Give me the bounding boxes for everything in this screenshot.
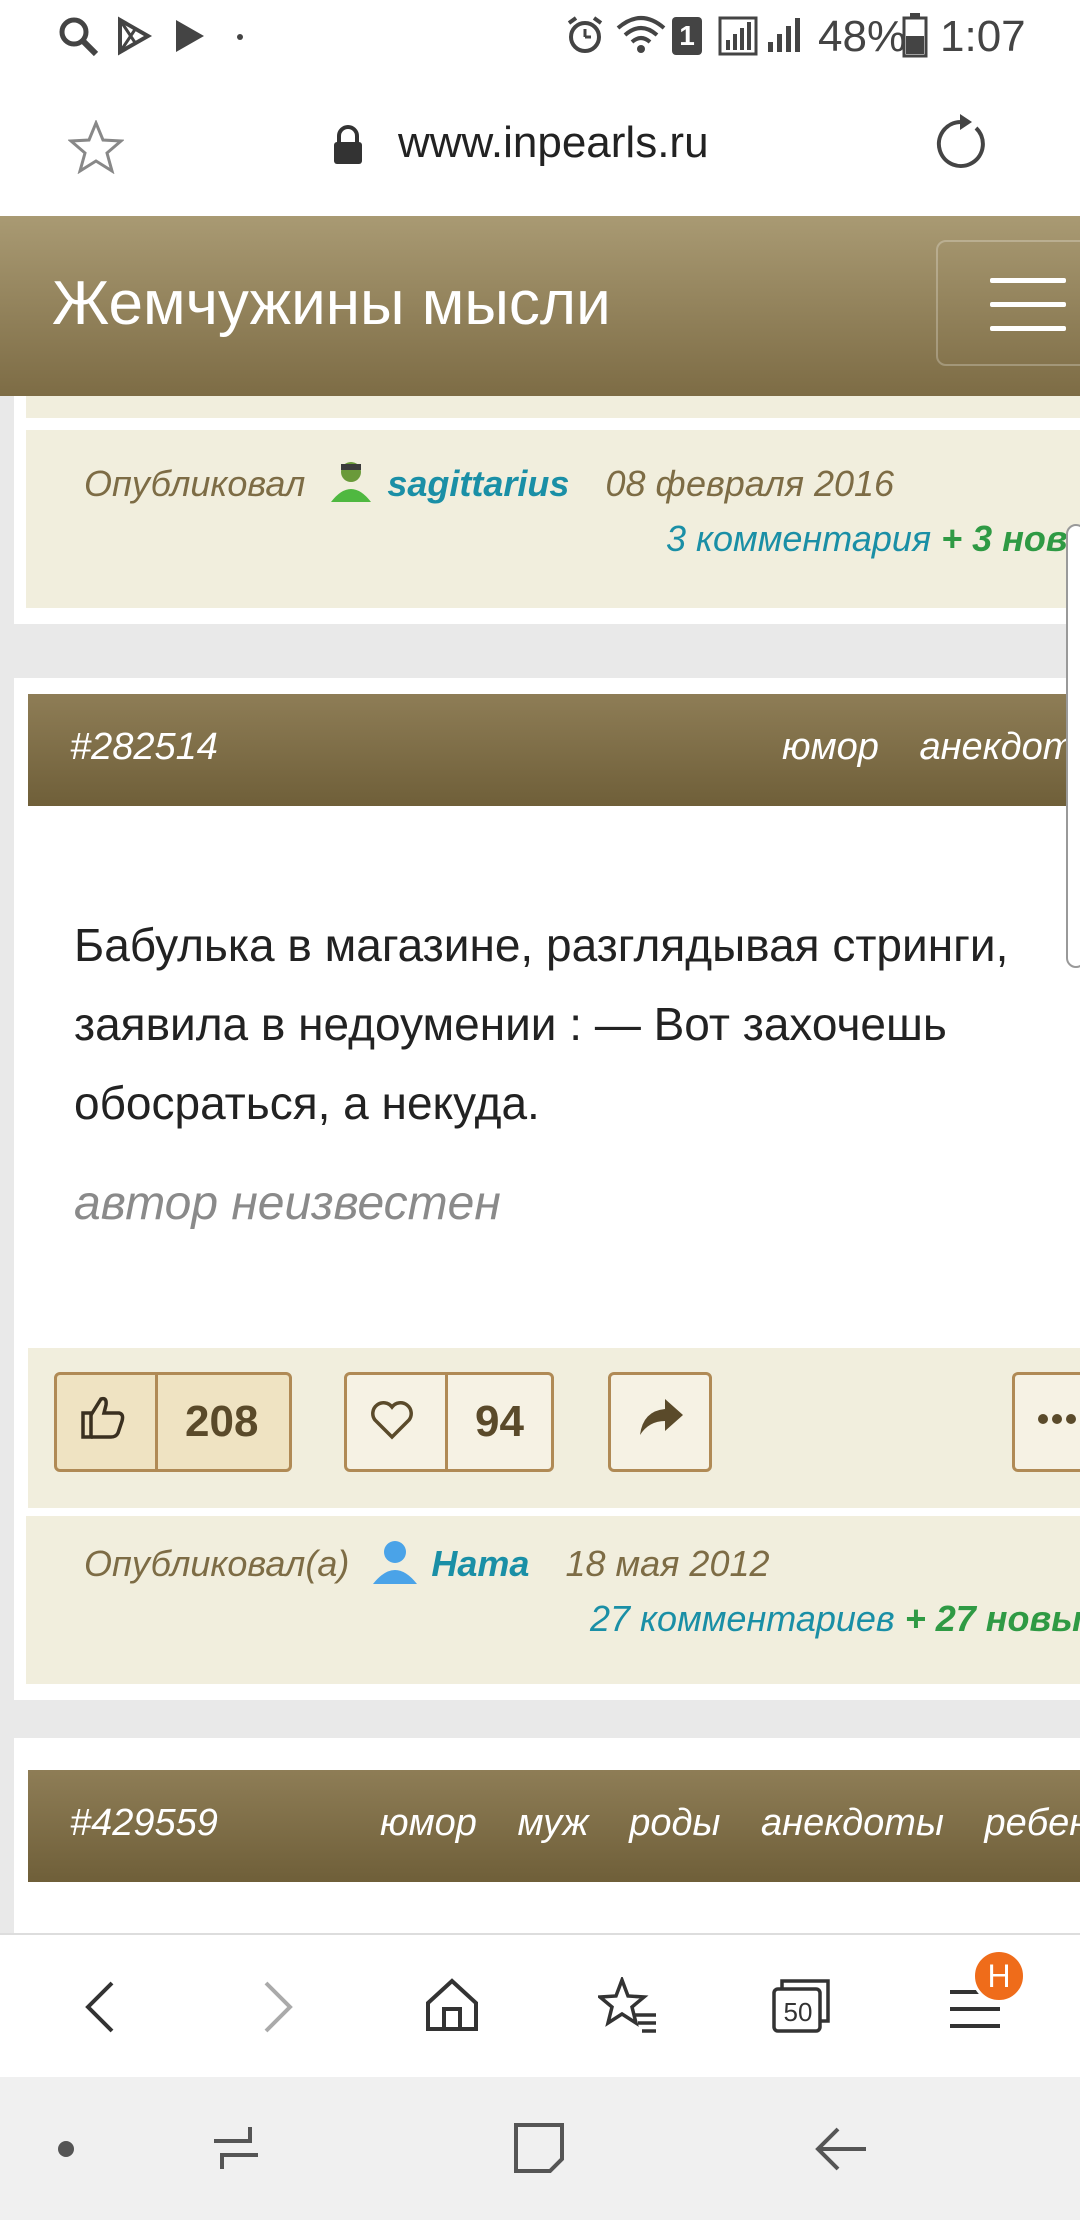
wifi-icon — [616, 14, 666, 56]
site-header: Жемчужины мысли — [0, 216, 1080, 396]
user-icon — [369, 1538, 421, 1584]
comments-line[interactable]: 27 комментариев + 27 новых — [590, 1598, 1080, 1640]
post-header: #282514 юмор анекдоты — [28, 694, 1080, 806]
tag[interactable]: анекдоты — [919, 726, 1080, 768]
status-bar: 1 48% 1:07 — [0, 0, 1080, 72]
reload-icon[interactable] — [930, 114, 990, 174]
prev-actions-strip — [26, 396, 1080, 418]
battery-percent: 48% — [818, 12, 907, 61]
system-nav-bar — [0, 2077, 1080, 2220]
prev-comments-line[interactable]: 3 комментария + 3 новых — [666, 518, 1080, 560]
lock-icon — [330, 124, 366, 166]
menu-icon-bar — [990, 326, 1066, 331]
battery-icon — [902, 12, 928, 58]
nav-dot-icon[interactable] — [58, 2141, 74, 2157]
tag[interactable]: ребенок — [984, 1802, 1080, 1844]
post-meta: Опубликовал(а) Ната 18 мая 2012 27 комме… — [26, 1516, 1080, 1684]
comments-link[interactable]: 3 комментария — [666, 518, 931, 559]
post-author-note: автор неизвестен — [74, 1177, 501, 1230]
post-card-prev: Опубликовал sagittarius 08 февраля 2016 … — [14, 396, 1080, 624]
post-date: 18 мая 2012 — [565, 1543, 770, 1584]
thumbs-up-icon — [79, 1393, 127, 1487]
post-text: Бабулька в магазине, разглядывая стринги… — [74, 919, 1009, 1129]
home-icon[interactable] — [424, 1977, 480, 2033]
published-label: Опубликовал — [84, 463, 306, 504]
like-button[interactable]: 208 — [54, 1372, 292, 1472]
nav-home-icon[interactable] — [512, 2121, 566, 2175]
play-store-icon — [114, 16, 154, 56]
author-link[interactable]: sagittarius — [387, 463, 569, 504]
site-title[interactable]: Жемчужины мысли — [52, 268, 611, 339]
url-bar: www.inpearls.ru — [0, 72, 1080, 216]
recents-icon[interactable] — [210, 2123, 262, 2173]
menu-icon — [990, 278, 1066, 283]
tag[interactable]: юмор — [782, 726, 879, 768]
comments-link[interactable]: 27 комментариев — [590, 1598, 895, 1639]
published-line: Опубликовал(а) Ната 18 мая 2012 — [84, 1538, 770, 1585]
play-icon — [172, 18, 208, 54]
post-actions: 208 94 — [28, 1348, 1080, 1508]
signal-icon — [718, 14, 808, 58]
post-tags: юмор анекдоты — [752, 726, 1080, 769]
post-id[interactable]: #429559 — [70, 1802, 218, 1845]
favorite-button[interactable]: 94 — [344, 1372, 554, 1472]
dot-indicator — [237, 34, 243, 40]
post-date: 08 февраля 2016 — [605, 463, 895, 504]
favorite-count: 94 — [475, 1397, 524, 1446]
new-comments[interactable]: + 27 новых — [905, 1598, 1080, 1639]
tag[interactable]: юмор — [380, 1802, 477, 1844]
menu-button[interactable] — [936, 240, 1080, 366]
new-comments[interactable]: + 3 новых — [941, 518, 1080, 559]
author-link[interactable]: Ната — [431, 1543, 529, 1584]
clock: 1:07 — [940, 12, 1026, 61]
menu-icon-bar — [990, 302, 1066, 307]
bookmarks-icon[interactable] — [598, 1977, 658, 2033]
user-icon — [325, 458, 377, 504]
like-count: 208 — [185, 1397, 259, 1446]
more-button[interactable] — [1012, 1372, 1080, 1472]
nav-back-icon[interactable] — [814, 2125, 870, 2173]
content-area: Опубликовал sagittarius 08 февраля 2016 … — [0, 396, 1080, 1933]
post-tags: юмор муж роды анекдоты ребенок — [350, 1802, 1080, 1845]
url-text[interactable]: www.inpearls.ru — [398, 118, 709, 168]
forward-icon[interactable] — [258, 1979, 298, 2035]
more-icon — [1037, 1413, 1077, 1507]
tag[interactable]: муж — [517, 1802, 588, 1844]
prev-published-line: Опубликовал sagittarius 08 февраля 2016 — [84, 458, 894, 505]
alarm-icon — [564, 14, 606, 56]
next-post-header: #429559 юмор муж роды анекдоты ребенок — [28, 1770, 1080, 1882]
notification-badge: H — [972, 1949, 1026, 2003]
search-icon — [56, 14, 100, 58]
scrollbar-thumb[interactable] — [1066, 524, 1080, 968]
share-icon — [637, 1395, 685, 1489]
sim-badge: 1 — [672, 17, 702, 55]
post-id[interactable]: #282514 — [70, 726, 218, 769]
share-button[interactable] — [608, 1372, 712, 1472]
prev-meta: Опубликовал sagittarius 08 февраля 2016 … — [26, 430, 1080, 608]
published-label: Опубликовал(а) — [84, 1543, 350, 1584]
tag[interactable]: анекдоты — [761, 1802, 944, 1844]
btn-divider — [155, 1375, 158, 1469]
tag[interactable]: роды — [629, 1802, 720, 1844]
heart-icon — [369, 1399, 415, 1493]
back-icon[interactable] — [80, 1979, 120, 2035]
btn-divider — [445, 1375, 448, 1469]
browser-toolbar: 50 H — [0, 1933, 1080, 2077]
tabs-icon[interactable]: 50 — [770, 1975, 832, 2035]
star-icon[interactable] — [68, 120, 124, 174]
tab-count: 50 — [783, 1997, 813, 2027]
